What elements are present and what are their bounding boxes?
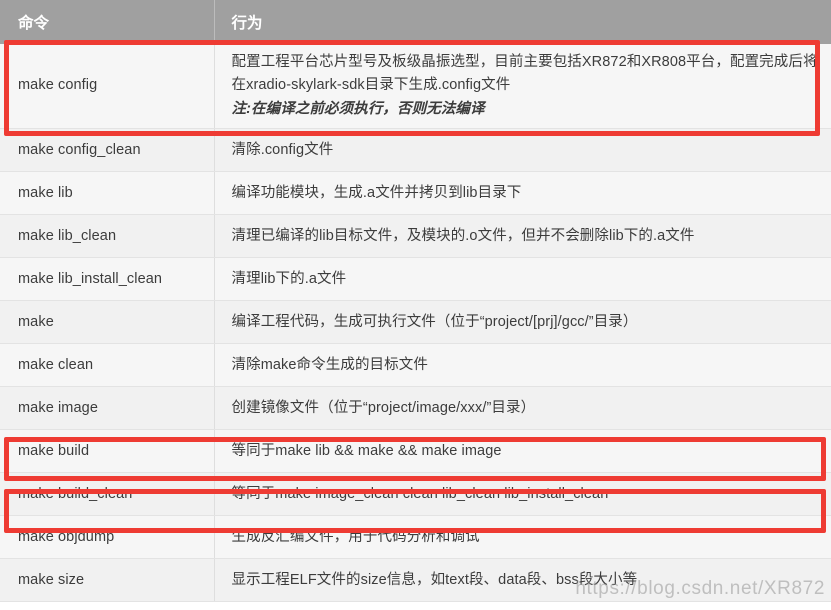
command-reference-table: 命令 行为 make config 配置工程平台芯片型号及板级晶振选型，目前主要包… <box>0 0 831 603</box>
cell-command: make objdump <box>0 515 214 560</box>
table-header: 命令 行为 <box>0 0 831 44</box>
table-row: make clean 清除make命令生成的目标文件 <box>0 343 831 388</box>
cell-action: 清理lib下的.a文件 <box>213 257 831 302</box>
cell-command: make lib_install_clean <box>0 257 214 302</box>
column-header-action: 行为 <box>213 0 831 44</box>
cell-action: 创建镜像文件（位于“project/image/xxx/”目录） <box>213 386 831 431</box>
cell-command: make lib <box>0 171 214 216</box>
cell-command: make image <box>0 386 214 431</box>
cell-action: 清除make命令生成的目标文件 <box>213 343 831 388</box>
cell-action: 清除.config文件 <box>213 128 831 173</box>
cell-action: 配置工程平台芯片型号及板级晶振选型，目前主要包括XR872和XR808平台，配置… <box>213 44 831 130</box>
action-text: 生成反汇编文件，用于代码分析和调试 <box>231 528 480 545</box>
cell-action: 清理已编译的lib目标文件，及模块的.o文件，但并不会删除lib下的.a文件 <box>213 214 831 259</box>
table-row: make 编译工程代码，生成可执行文件（位于“project/[prj]/gcc/… <box>0 300 831 345</box>
cell-action: 编译工程代码，生成可执行文件（位于“project/[prj]/gcc/”目录） <box>213 300 831 345</box>
table-row: make lib_install_clean 清理lib下的.a文件 <box>0 257 831 302</box>
cell-command: make build <box>0 429 214 474</box>
cell-action: 显示工程ELF文件的size信息，如text段、data段、bss段大小等 <box>213 558 831 603</box>
table-row: make lib_clean 清理已编译的lib目标文件，及模块的.o文件，但并不… <box>0 214 831 259</box>
action-text: 等同于make image_clean clean lib_clean lib_… <box>231 485 609 502</box>
action-text: 清除make命令生成的目标文件 <box>231 356 428 373</box>
table-header-row: 命令 行为 <box>0 0 831 44</box>
action-text: 等同于make lib && make && make image <box>231 442 502 459</box>
cell-command: make lib_clean <box>0 214 214 259</box>
action-note: 注:在编译之前必须执行，否则无法编译 <box>231 100 485 117</box>
action-text: 清理已编译的lib目标文件，及模块的.o文件，但并不会删除lib下的.a文件 <box>231 227 695 244</box>
table-row: make objdump 生成反汇编文件，用于代码分析和调试 <box>0 515 831 560</box>
table-row: make lib 编译功能模块，生成.a文件并拷贝到lib目录下 <box>0 171 831 216</box>
table-row: make image 创建镜像文件（位于“project/image/xxx/”目… <box>0 386 831 431</box>
action-text: 编译工程代码，生成可执行文件（位于“project/[prj]/gcc/”目录） <box>231 313 638 330</box>
cell-action: 等同于make image_clean clean lib_clean lib_… <box>213 472 831 517</box>
cell-command: make build_clean <box>0 472 214 517</box>
cell-action: 生成反汇编文件，用于代码分析和调试 <box>213 515 831 560</box>
table-row: make build_clean 等同于make image_clean clea… <box>0 472 831 517</box>
action-text: 编译功能模块，生成.a文件并拷贝到lib目录下 <box>231 184 522 201</box>
table-row: make config_clean 清除.config文件 <box>0 128 831 173</box>
action-text: 配置工程平台芯片型号及板级晶振选型，目前主要包括XR872和XR808平台，配置… <box>231 54 818 94</box>
cell-command: make config <box>0 44 214 130</box>
table-row: make config 配置工程平台芯片型号及板级晶振选型，目前主要包括XR872… <box>0 44 831 130</box>
action-text: 显示工程ELF文件的size信息，如text段、data段、bss段大小等 <box>231 571 638 588</box>
cell-command: make clean <box>0 343 214 388</box>
action-text: 创建镜像文件（位于“project/image/xxx/”目录） <box>231 399 536 416</box>
cell-command: make size <box>0 558 214 603</box>
column-header-command: 命令 <box>0 0 214 44</box>
screenshot-root: 命令 行为 make config 配置工程平台芯片型号及板级晶振选型，目前主要包… <box>0 0 831 610</box>
table-row: make build 等同于make lib && make && make im… <box>0 429 831 474</box>
cell-action: 编译功能模块，生成.a文件并拷贝到lib目录下 <box>213 171 831 216</box>
cell-command: make <box>0 300 214 345</box>
table-body: make config 配置工程平台芯片型号及板级晶振选型，目前主要包括XR872… <box>0 44 831 603</box>
action-text: 清理lib下的.a文件 <box>231 270 347 287</box>
cell-action: 等同于make lib && make && make image <box>213 429 831 474</box>
cell-command: make config_clean <box>0 128 214 173</box>
table-row: make size 显示工程ELF文件的size信息，如text段、data段、b… <box>0 558 831 603</box>
action-text: 清除.config文件 <box>231 141 334 158</box>
